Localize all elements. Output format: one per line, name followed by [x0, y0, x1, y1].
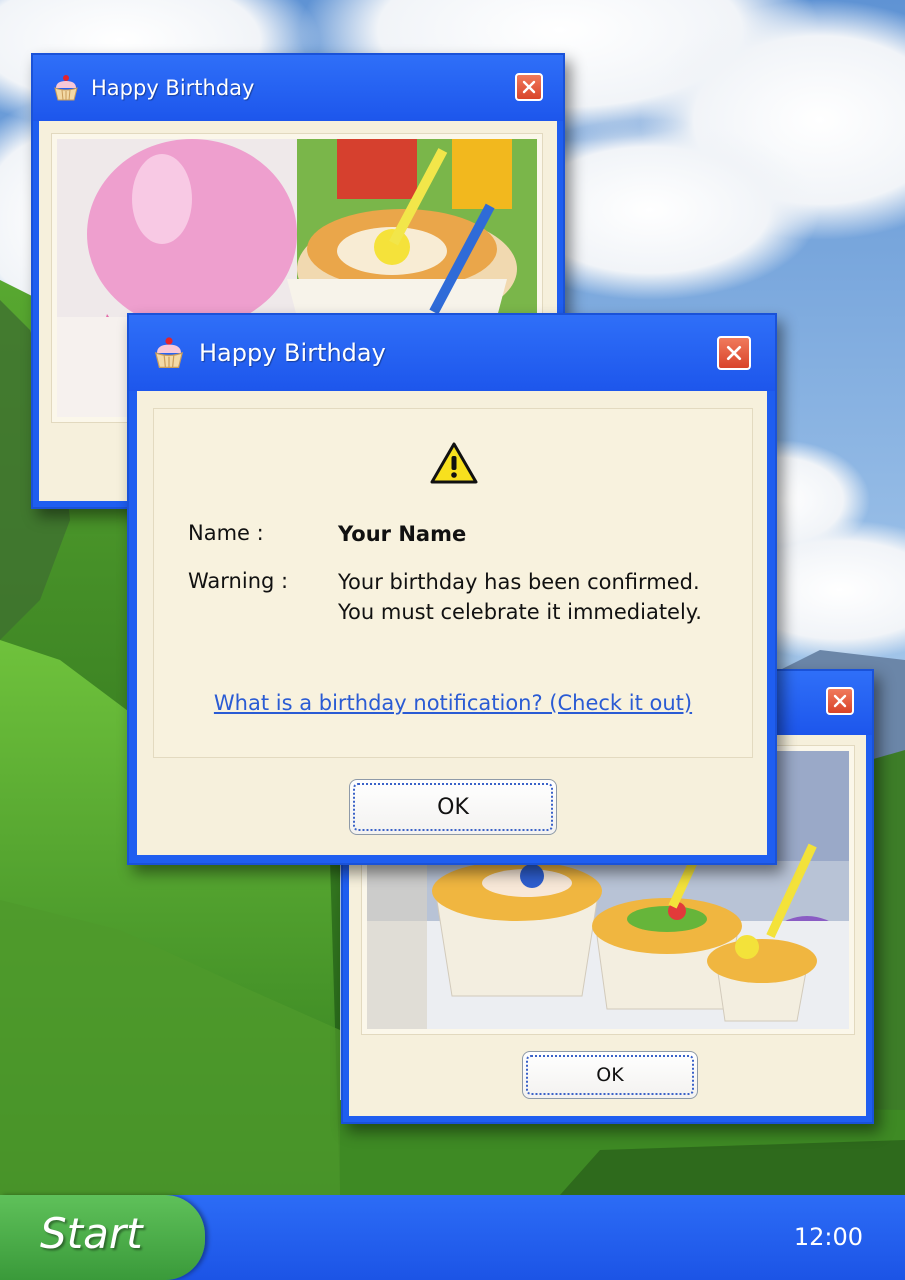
close-button[interactable] [826, 687, 854, 715]
taskbar: Start 12:00 [0, 1195, 905, 1280]
cupcake-icon [51, 73, 81, 103]
start-button[interactable]: Start [0, 1195, 205, 1280]
warning-icon [430, 442, 478, 484]
dialog-message-panel: Name : Your Name Warning : Your birthday… [153, 408, 753, 758]
warning-message-line1: Your birthday has been confirmed. [338, 570, 700, 594]
window-title: Happy Birthday [199, 339, 386, 367]
close-icon [833, 694, 847, 708]
window-titlebar[interactable]: Happy Birthday [33, 55, 563, 121]
close-icon [726, 345, 742, 361]
warning-label: Warning : [188, 569, 289, 593]
ok-button[interactable]: OK [522, 1051, 698, 1099]
taskbar-clock: 12:00 [793, 1223, 863, 1251]
close-button[interactable] [515, 73, 543, 101]
dialog-client-area: Name : Your Name Warning : Your birthday… [137, 391, 767, 855]
birthday-dialog[interactable]: Happy Birthday Name : Your Name Warning … [127, 313, 777, 865]
start-label: Start [40, 1209, 143, 1258]
name-label: Name : [188, 521, 264, 545]
birthday-notification-help-link[interactable]: What is a birthday notification? (Check … [154, 691, 752, 715]
name-value: Your Name [338, 522, 467, 546]
window-titlebar[interactable]: Happy Birthday [129, 315, 775, 391]
window-title: Happy Birthday [91, 76, 255, 100]
close-button[interactable] [717, 336, 751, 370]
cupcake-icon [151, 335, 187, 371]
close-icon [522, 80, 536, 94]
warning-message-line2: You must celebrate it immediately. [338, 600, 702, 624]
ok-button[interactable]: OK [349, 779, 557, 835]
